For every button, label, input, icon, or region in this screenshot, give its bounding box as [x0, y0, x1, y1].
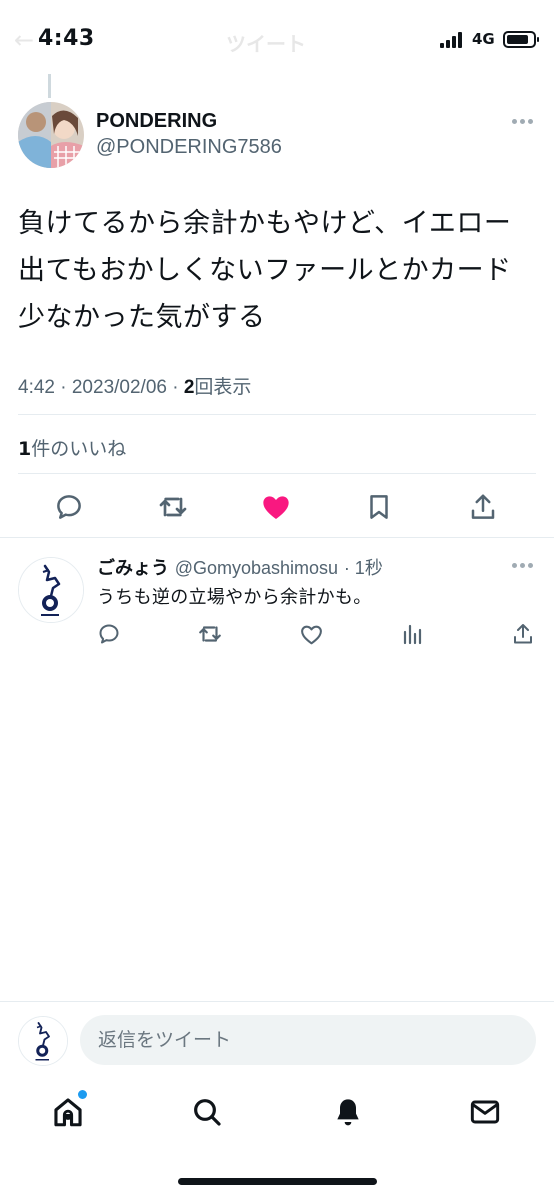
tab-messages[interactable] [465, 1092, 505, 1132]
reply-share-button[interactable] [510, 621, 536, 647]
reply-icon [99, 624, 119, 644]
tweet-meta: 4:42 · 2023/02/06 · 2回表示 [18, 372, 251, 399]
reply-text: うちも逆の立場やから余計かも。 [97, 587, 372, 608]
network-type: 4G [472, 30, 495, 48]
retweet-button[interactable] [156, 490, 190, 524]
likes-label: 件のいいね [31, 438, 127, 460]
search-icon [194, 1099, 221, 1126]
divider [0, 1001, 554, 1002]
thread-line [48, 74, 51, 98]
reply-icon [57, 495, 81, 519]
heart-filled-icon [263, 496, 289, 519]
bookmark-button[interactable] [362, 490, 396, 524]
author-handle[interactable]: @PONDERING7586 [96, 136, 282, 159]
views-count: 2 [183, 377, 195, 398]
bookmark-icon [370, 495, 388, 519]
views-label: 回表示 [194, 377, 252, 398]
more-options-icon[interactable] [512, 119, 534, 125]
header-title: ツイート [226, 32, 306, 56]
reply-like-button[interactable] [298, 621, 324, 647]
reply-author-name[interactable]: ごみょう [97, 558, 169, 579]
notifications-icon [337, 1099, 359, 1126]
avatar[interactable] [18, 102, 84, 168]
battery-icon [503, 31, 539, 48]
battery-level [507, 35, 528, 44]
reply-button[interactable] [52, 490, 86, 524]
share-icon [471, 494, 495, 519]
share-icon [514, 624, 532, 644]
reply-avatar[interactable] [18, 557, 84, 623]
messages-icon [470, 1100, 500, 1124]
reply-timestamp: · 1秒 [343, 558, 383, 578]
like-button[interactable] [259, 490, 293, 524]
tweet-text: 負けてるから余計かもやけど、イエロー出てもおかしくないファールとかカード少なかっ… [18, 208, 512, 333]
home-indicator[interactable] [178, 1178, 377, 1185]
compose-avatar [18, 1016, 68, 1066]
tweet-timestamp: 4:42 · 2023/02/06 · [18, 377, 184, 398]
status-time: 4:43 [38, 26, 95, 51]
reply-retweet-button[interactable] [197, 621, 223, 647]
divider [0, 537, 554, 538]
heart-icon [300, 625, 322, 644]
home-icon [54, 1098, 82, 1127]
status-bar: ← ツイート 4:43 4G [0, 0, 554, 80]
reply-compose-input[interactable] [80, 1015, 536, 1065]
club-crest-icon [19, 558, 83, 622]
likes-count: 1 [18, 438, 32, 460]
tab-notifications[interactable] [328, 1092, 368, 1132]
reply-author-handle[interactable]: @Gomyobashimosu [175, 558, 338, 578]
reply-header: ごみょう @Gomyobashimosu · 1秒 [97, 554, 383, 580]
author-name[interactable]: PONDERING [96, 110, 217, 133]
share-button[interactable] [466, 490, 500, 524]
signal-icon [440, 32, 466, 48]
reply-reply-button[interactable] [96, 621, 122, 647]
divider [18, 473, 536, 474]
reply-analytics-button[interactable] [399, 621, 425, 647]
notification-dot [78, 1090, 87, 1099]
analytics-icon [403, 624, 422, 645]
likes-stat[interactable]: 1件のいいね [18, 434, 126, 461]
retweet-icon [199, 626, 221, 642]
back-arrow-icon[interactable]: ← [14, 26, 34, 54]
club-crest-icon [19, 1017, 67, 1065]
avatar-image [18, 102, 84, 168]
tab-search[interactable] [187, 1092, 227, 1132]
retweet-icon [159, 497, 187, 517]
divider [18, 414, 536, 415]
reply-more-options-icon[interactable] [512, 563, 534, 569]
